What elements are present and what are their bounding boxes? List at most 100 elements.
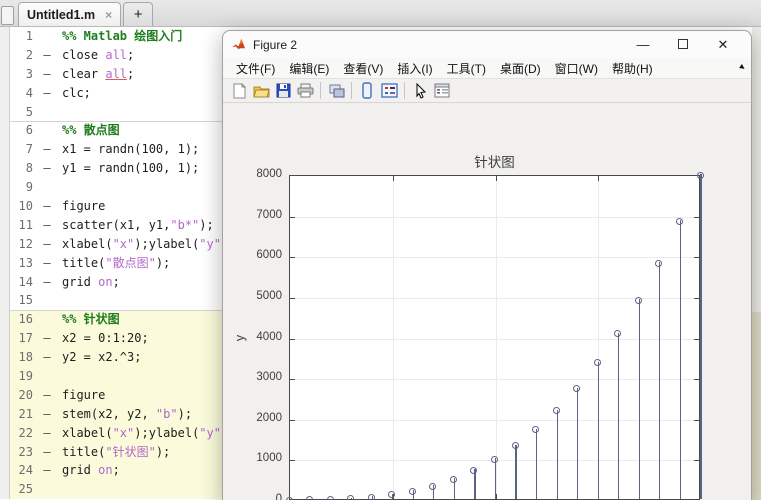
- breakpoint-gutter[interactable]: [0, 461, 10, 481]
- edit-plot-button[interactable]: [409, 81, 431, 101]
- insert-legend-button[interactable]: [378, 81, 400, 101]
- menu-item[interactable]: 窗口(W): [548, 60, 605, 77]
- open-file-icon: [252, 86, 270, 97]
- data-point-marker[interactable]: [573, 385, 581, 393]
- x-tick-top: [392, 176, 394, 181]
- breakpoint-gutter[interactable]: [0, 197, 10, 216]
- menu-item[interactable]: 帮助(H): [605, 60, 660, 77]
- y-tick-right: [694, 257, 699, 259]
- menu-item[interactable]: 工具(T): [440, 60, 493, 77]
- data-point-marker[interactable]: [306, 496, 314, 500]
- breakpoint-gutter[interactable]: [0, 329, 10, 349]
- breakpoint-gutter[interactable]: [0, 367, 10, 386]
- maximize-button[interactable]: [663, 37, 703, 52]
- property-inspector-button[interactable]: [431, 81, 453, 101]
- code-text: grid on;: [62, 463, 120, 478]
- stem-line: [597, 361, 599, 499]
- code-text: clear all;: [62, 66, 135, 81]
- exec-line-marker: [38, 27, 56, 46]
- data-point-marker[interactable]: [696, 171, 704, 179]
- y-tick: [290, 460, 295, 462]
- breakpoint-gutter[interactable]: [0, 348, 10, 368]
- toolbar-separator: [351, 82, 352, 99]
- breakpoint-gutter[interactable]: [0, 385, 10, 405]
- breakpoint-gutter[interactable]: [0, 140, 10, 160]
- data-point-marker[interactable]: [593, 359, 601, 367]
- data-point-marker[interactable]: [511, 442, 519, 450]
- menu-item[interactable]: 编辑(E): [282, 60, 336, 77]
- editor-tab-bar: Untitled1.m × +: [0, 0, 761, 27]
- y-tick-right: [694, 216, 699, 218]
- line-number: 12: [18, 236, 33, 251]
- data-point-marker[interactable]: [675, 217, 683, 225]
- breakpoint-gutter[interactable]: [0, 215, 10, 235]
- figure-toolbar: [223, 79, 751, 103]
- exec-line-marker: –: [43, 85, 51, 100]
- stem-line: [515, 444, 517, 499]
- breakpoint-gutter[interactable]: [0, 27, 10, 46]
- print-figure-button[interactable]: [294, 81, 316, 101]
- open-file-button[interactable]: [250, 81, 272, 101]
- figure-title-bar[interactable]: Figure 2 — ✕: [223, 31, 751, 58]
- stem-line: [494, 458, 497, 499]
- line-number: 8: [25, 161, 33, 176]
- new-figure-button[interactable]: [228, 81, 250, 101]
- line-number: 1: [25, 29, 33, 43]
- data-point-marker[interactable]: [326, 496, 334, 500]
- data-point-marker[interactable]: [285, 496, 293, 500]
- data-point-marker[interactable]: [367, 493, 375, 500]
- y-tick-label: 1000: [256, 452, 282, 465]
- breakpoint-gutter[interactable]: [0, 45, 10, 65]
- breakpoint-gutter[interactable]: [0, 423, 10, 443]
- breakpoint-gutter[interactable]: [0, 64, 10, 84]
- tab-close-icon[interactable]: ×: [105, 8, 112, 22]
- link-plot-button[interactable]: [325, 81, 347, 101]
- y-tick: [290, 297, 295, 299]
- breakpoint-gutter[interactable]: [0, 83, 10, 103]
- code-text: grid on;: [62, 274, 120, 289]
- data-point-marker[interactable]: [408, 487, 416, 495]
- breakpoint-gutter[interactable]: [0, 234, 10, 254]
- code-text: %% 散点图: [62, 123, 120, 138]
- minimize-button[interactable]: —: [623, 37, 663, 52]
- data-point-marker[interactable]: [532, 426, 540, 434]
- menu-item[interactable]: 桌面(D): [493, 60, 548, 77]
- line-number: 13: [18, 255, 33, 270]
- data-point-marker[interactable]: [449, 475, 457, 483]
- exec-line-marker: –: [43, 217, 51, 232]
- breakpoint-gutter[interactable]: [0, 404, 10, 424]
- close-button[interactable]: ✕: [703, 37, 743, 53]
- data-point-marker[interactable]: [388, 491, 396, 499]
- breakpoint-gutter[interactable]: [0, 178, 10, 198]
- menu-item[interactable]: 文件(F): [229, 60, 282, 77]
- tab-untitled1[interactable]: Untitled1.m ×: [18, 2, 122, 26]
- data-point-marker[interactable]: [429, 482, 437, 490]
- exec-line-marker: [38, 178, 56, 197]
- data-point-marker[interactable]: [552, 407, 560, 415]
- save-figure-button[interactable]: [272, 81, 294, 101]
- breakpoint-gutter[interactable]: [0, 102, 10, 122]
- stem-line: [700, 174, 702, 499]
- menu-item[interactable]: 查看(V): [336, 60, 390, 77]
- breakpoint-gutter[interactable]: [0, 291, 10, 311]
- insert-colorbar-button[interactable]: [356, 81, 378, 101]
- data-point-marker[interactable]: [655, 259, 663, 267]
- breakpoint-gutter[interactable]: [0, 253, 10, 273]
- stem-chart[interactable]: [285, 171, 704, 500]
- breakpoint-gutter[interactable]: [0, 442, 10, 462]
- menu-item[interactable]: 插入(I): [390, 60, 439, 77]
- breakpoint-gutter[interactable]: [0, 121, 10, 141]
- breakpoint-gutter[interactable]: [0, 310, 10, 330]
- line-number: 4: [25, 85, 33, 100]
- data-point-marker[interactable]: [634, 296, 642, 304]
- new-tab-button[interactable]: +: [123, 2, 154, 26]
- data-point-marker[interactable]: [347, 495, 355, 500]
- breakpoint-gutter[interactable]: [0, 159, 10, 179]
- data-point-marker[interactable]: [470, 466, 478, 474]
- data-point-marker[interactable]: [491, 455, 498, 463]
- breakpoint-gutter[interactable]: [0, 480, 10, 500]
- menu-overflow-icon[interactable]: ▸: [737, 62, 747, 74]
- data-point-marker[interactable]: [614, 330, 622, 338]
- breakpoint-gutter[interactable]: [0, 272, 10, 292]
